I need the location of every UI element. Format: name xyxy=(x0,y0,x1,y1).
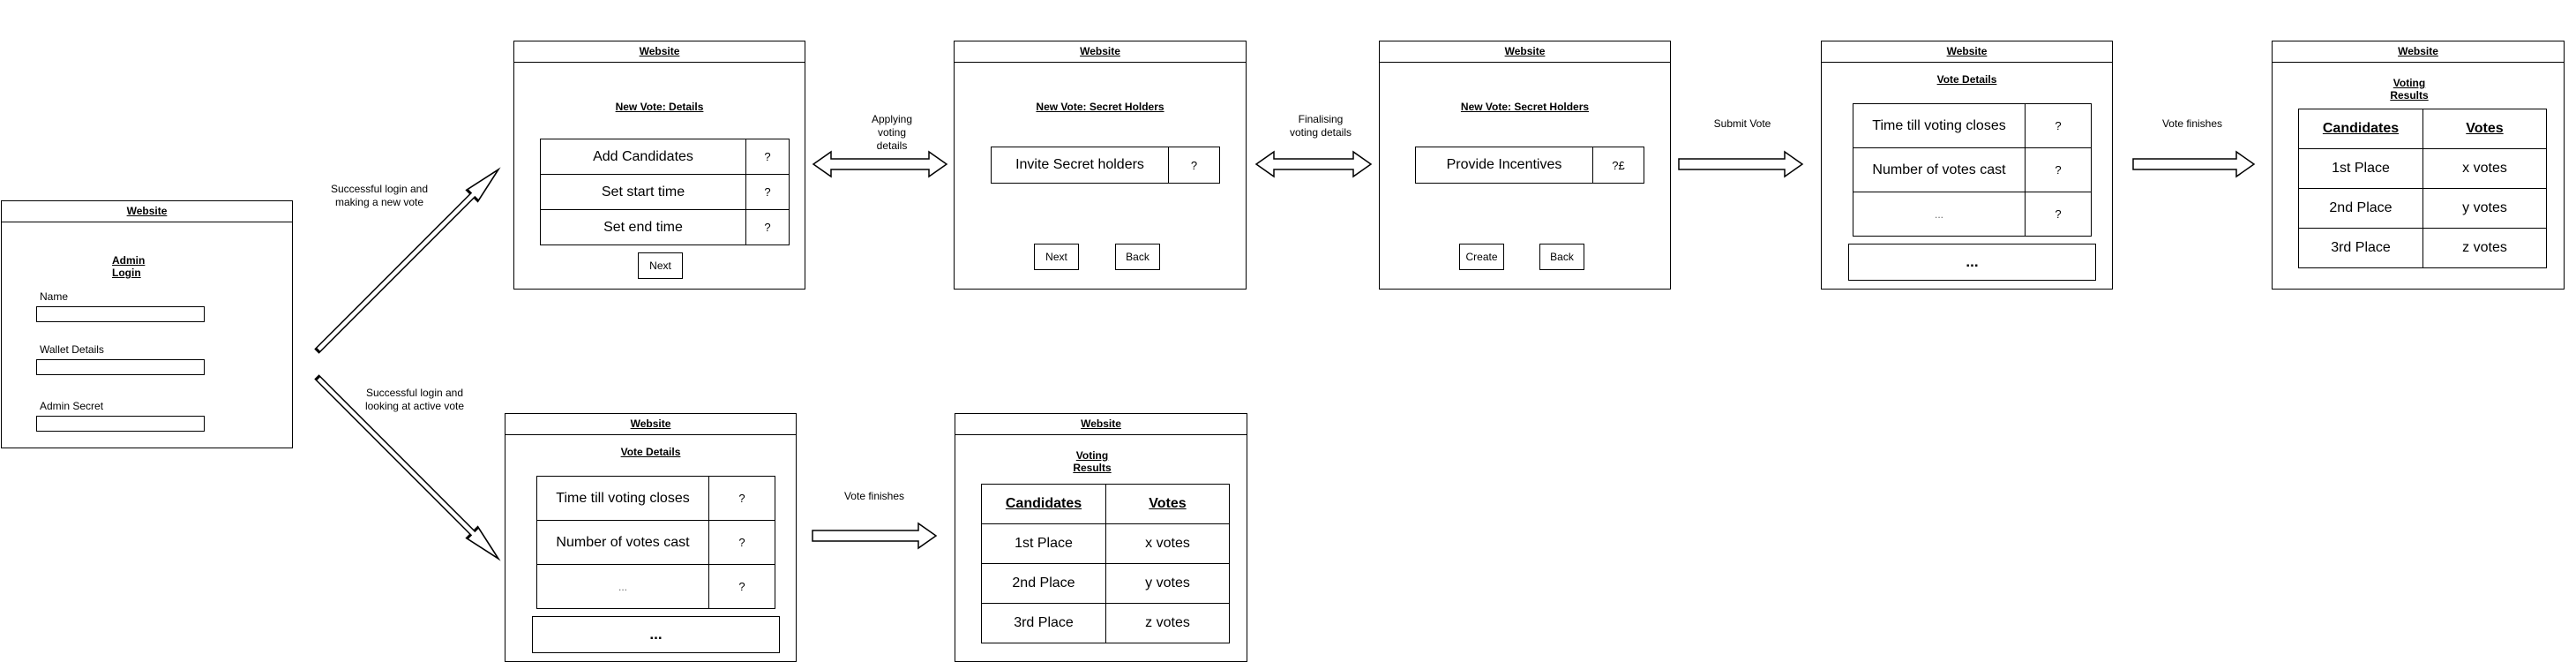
place-1: 1st Place xyxy=(981,523,1106,564)
votes-cast-value: ? xyxy=(708,520,775,565)
window-title: Website xyxy=(955,414,1247,435)
vote-details-window-top: Website Vote Details Time till voting cl… xyxy=(1821,41,2113,290)
more-button[interactable]: ... xyxy=(532,616,780,653)
votes-3: z votes xyxy=(2422,228,2547,268)
label-active-vote: Successful login and looking at active v… xyxy=(364,387,465,412)
window-title: Website xyxy=(1822,41,2112,63)
time-till-close-label: Time till voting closes xyxy=(1853,103,2026,148)
arrow-vote-finishes-top xyxy=(2132,150,2256,178)
label-vote-finishes-bottom: Vote finishes xyxy=(843,490,905,502)
set-end-time-value: ? xyxy=(745,209,790,245)
create-button[interactable]: Create xyxy=(1459,244,1504,270)
set-end-time-button[interactable]: Set end time xyxy=(540,209,746,245)
votes-3: z votes xyxy=(1105,603,1230,643)
invite-secret-holders-button[interactable]: Invite Secret holders xyxy=(991,147,1169,184)
label-submit: Submit Vote xyxy=(1713,117,1771,130)
add-candidates-button[interactable]: Add Candidates xyxy=(540,139,746,175)
candidates-header: Candidates xyxy=(981,484,1106,524)
label-new-vote: Successful login and making a new vote xyxy=(330,183,429,208)
secret-holders-window: Website New Vote: Secret Holders Invite … xyxy=(954,41,1247,290)
provide-incentives-value: ?£ xyxy=(1592,147,1644,184)
arrow-vote-finishes-bottom xyxy=(812,522,938,550)
voting-results-heading: Voting Results xyxy=(2390,77,2429,102)
vote-details-heading: Vote Details xyxy=(620,446,681,458)
details-heading: New Vote: Details xyxy=(615,101,704,113)
wallet-label: Wallet Details xyxy=(40,343,104,356)
votes-2: y votes xyxy=(1105,563,1230,604)
set-start-time-button[interactable]: Set start time xyxy=(540,174,746,210)
new-vote-details-window: Website New Vote: Details Add Candidates… xyxy=(513,41,805,290)
next-button[interactable]: Next xyxy=(1034,244,1079,270)
arrow-finalising xyxy=(1254,150,1373,178)
label-finalising: Finalising voting details xyxy=(1289,113,1352,139)
candidates-header: Candidates xyxy=(2298,109,2423,149)
incentives-window: Website New Vote: Secret Holders Provide… xyxy=(1379,41,1671,290)
place-2: 2nd Place xyxy=(981,563,1106,604)
back-button[interactable]: Back xyxy=(1115,244,1160,270)
add-candidates-value: ? xyxy=(745,139,790,175)
back-button[interactable]: Back xyxy=(1539,244,1584,270)
votes-2: y votes xyxy=(2422,188,2547,229)
label-vote-finishes-top: Vote finishes xyxy=(2161,117,2223,130)
vote-details-window-bottom: Website Vote Details Time till voting cl… xyxy=(505,413,797,662)
voting-results-window-top: Website Voting Results Candidates Votes … xyxy=(2272,41,2565,290)
window-title: Website xyxy=(2,201,292,222)
admin-secret-field[interactable] xyxy=(36,416,205,432)
more-rows-label: ... xyxy=(1853,192,2026,237)
flow-arrows xyxy=(314,150,2256,561)
window-title: Website xyxy=(955,41,1246,63)
vote-details-heading: Vote Details xyxy=(1936,73,1997,86)
wallet-field[interactable] xyxy=(36,359,205,375)
admin-secret-label: Admin Secret xyxy=(40,400,104,412)
name-field[interactable] xyxy=(36,306,205,322)
set-start-time-value: ? xyxy=(745,174,790,210)
votes-1: x votes xyxy=(1105,523,1230,564)
votes-header: Votes xyxy=(1105,484,1230,524)
name-label: Name xyxy=(40,290,69,303)
window-title: Website xyxy=(2273,41,2564,63)
votes-cast-value: ? xyxy=(2025,147,2092,192)
place-3: 3rd Place xyxy=(981,603,1106,643)
label-applying: Applying voting details xyxy=(871,113,913,152)
votes-cast-label: Number of votes cast xyxy=(536,520,709,565)
provide-incentives-button[interactable]: Provide Incentives xyxy=(1415,147,1593,184)
login-window: Website Admin Login Name Wallet Details … xyxy=(1,200,293,448)
voting-results-heading: Voting Results xyxy=(1073,449,1112,474)
time-till-close-label: Time till voting closes xyxy=(536,476,709,521)
votes-header: Votes xyxy=(2422,109,2547,149)
votes-1: x votes xyxy=(2422,148,2547,189)
login-heading: Admin Login xyxy=(112,254,146,279)
window-title: Website xyxy=(514,41,805,63)
incentives-heading: New Vote: Secret Holders xyxy=(1460,101,1590,113)
time-till-close-value: ? xyxy=(708,476,775,521)
arrow-applying xyxy=(812,150,948,178)
invite-secret-holders-value: ? xyxy=(1168,147,1220,184)
more-rows-label: ... xyxy=(536,564,709,609)
window-title: Website xyxy=(505,414,796,435)
voting-results-window-bottom: Website Voting Results Candidates Votes … xyxy=(955,413,1247,662)
secret-holders-heading: New Vote: Secret Holders xyxy=(1036,101,1164,113)
place-2: 2nd Place xyxy=(2298,188,2423,229)
place-3: 3rd Place xyxy=(2298,228,2423,268)
place-1: 1st Place xyxy=(2298,148,2423,189)
more-rows-value: ? xyxy=(2025,192,2092,237)
window-title: Website xyxy=(1380,41,1670,63)
arrow-submit xyxy=(1678,150,1804,178)
more-rows-value: ? xyxy=(708,564,775,609)
more-button[interactable]: ... xyxy=(1848,244,2096,281)
next-button[interactable]: Next xyxy=(638,252,683,279)
time-till-close-value: ? xyxy=(2025,103,2092,148)
votes-cast-label: Number of votes cast xyxy=(1853,147,2026,192)
